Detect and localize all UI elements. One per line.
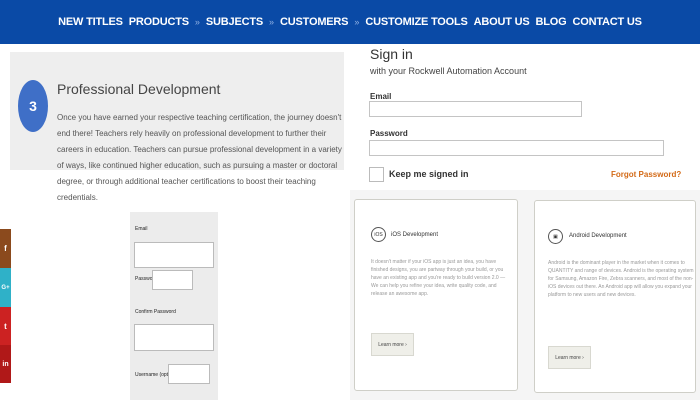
step-number-badge: 3 (18, 80, 48, 132)
confirm-password-field[interactable] (134, 324, 214, 351)
twitter-icon[interactable]: t (0, 307, 11, 345)
android-learn-more-button[interactable]: Learn more › (548, 346, 591, 369)
ios-icon: iOS (371, 227, 386, 242)
register-password-field[interactable] (152, 270, 193, 290)
nav-customize-tools[interactable]: CUSTOMIZE TOOLS (365, 16, 468, 28)
sign-in-subtitle: with your Rockwell Automation Account (370, 66, 527, 76)
ios-card: iOS iOS Development It doesn't matter if… (354, 199, 518, 391)
nav-products[interactable]: PRODUCTS (129, 16, 189, 28)
ios-card-title: iOS Development (391, 232, 439, 238)
section-title: Professional Development (57, 81, 221, 97)
nav-new-titles[interactable]: NEW TITLES (58, 16, 123, 28)
nav-blog[interactable]: BLOG (536, 16, 567, 28)
nav-customers[interactable]: CUSTOMERS (280, 16, 348, 28)
section-body: Once you have earned your respective tea… (57, 113, 342, 202)
google-plus-icon[interactable]: G+ (0, 268, 11, 307)
android-icon: ▣ (548, 229, 563, 244)
register-email-label: Email (135, 226, 148, 232)
android-card: ▣ Android Development Android is the dom… (534, 200, 696, 393)
register-form: Email Password Confirm Password Username… (130, 212, 218, 400)
ios-learn-more-button[interactable]: Learn more › (371, 333, 414, 356)
nav-about-us[interactable]: ABOUT US (474, 16, 530, 28)
password-field[interactable] (369, 140, 664, 156)
nav-contact-us[interactable]: CONTACT US (573, 16, 642, 28)
facebook-icon[interactable]: f (0, 229, 11, 268)
android-card-title: Android Development (569, 233, 627, 239)
confirm-password-label: Confirm Password (135, 309, 176, 315)
email-label: Email (370, 92, 392, 101)
sign-in-title: Sign in (370, 46, 413, 62)
register-email-field[interactable] (134, 242, 214, 268)
ios-card-text: It doesn't matter if your iOS app is jus… (371, 259, 506, 297)
keep-signed-in-label: Keep me signed in (389, 169, 469, 179)
keep-signed-in-checkbox[interactable] (369, 167, 384, 182)
nav-separator: » (269, 17, 275, 27)
linkedin-icon[interactable]: in (0, 345, 11, 383)
android-card-text: Android is the dominant player in the ma… (548, 260, 694, 298)
forgot-password-link[interactable]: Forgot Password? (611, 170, 681, 179)
nav-separator: » (354, 17, 360, 27)
nav-separator: » (194, 17, 200, 27)
professional-development-panel: 3 Professional Development Once you have… (10, 52, 344, 202)
social-share-bar: f G+ t in (0, 229, 11, 383)
top-nav: NEW TITLES PRODUCTS » SUBJECTS » CUSTOME… (0, 0, 700, 44)
username-field[interactable] (168, 364, 210, 384)
password-label: Password (370, 129, 408, 138)
sign-in-panel: Sign in with your Rockwell Automation Ac… (352, 44, 700, 189)
nav-subjects[interactable]: SUBJECTS (206, 16, 263, 28)
email-field[interactable] (369, 101, 582, 117)
